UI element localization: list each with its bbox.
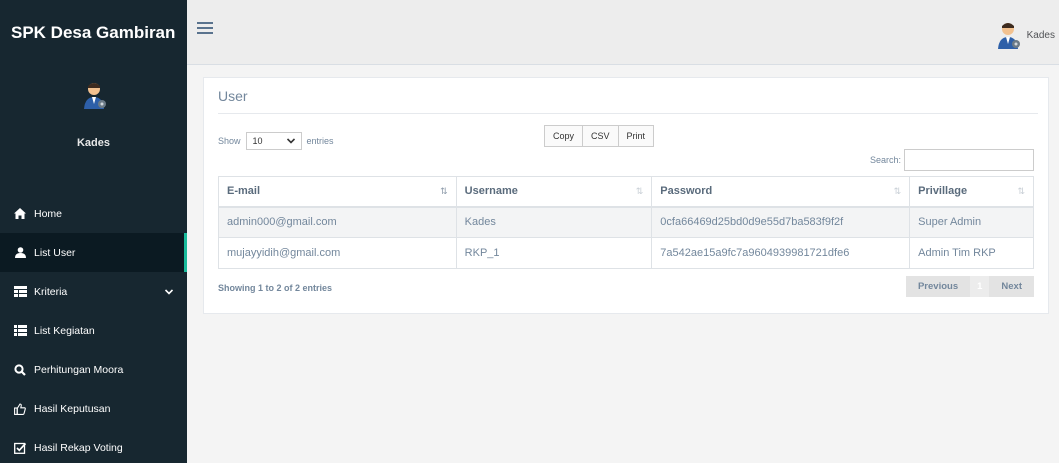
search-label: Search: <box>869 155 901 165</box>
next-button[interactable]: Next <box>989 276 1034 297</box>
cell-password: 7a542ae15a9fc7a9604939981721dfe6 <box>651 237 911 269</box>
user-menu[interactable]: Kades <box>993 20 1055 50</box>
copy-button[interactable]: Copy <box>544 125 584 147</box>
cell-privillage: Admin Tim RKP <box>909 237 1034 269</box>
table-search: Search: <box>870 149 1034 171</box>
sort-icon: ⇅ <box>1017 186 1025 196</box>
cell-email: admin000@gmail.com <box>218 206 457 238</box>
sidebar-nav: Home List User Kriteria List Kegiatan Pe… <box>0 194 187 463</box>
cell-password: 0cfa66469d25bd0d9e55d7ba583f9f2f <box>651 206 911 238</box>
column-header-privillage[interactable]: Privillage ⇅ <box>909 176 1034 208</box>
table-row: mujayyidih@gmail.com RKP_1 7a542ae15a9fc… <box>218 237 1034 269</box>
user-menu-name: Kades <box>1026 29 1055 41</box>
sidebar-item-label: Hasil Keputusan <box>34 402 111 415</box>
entries-select[interactable]: 10 <box>245 132 302 150</box>
table-row: admin000@gmail.com Kades 0cfa66469d25bd0… <box>218 206 1034 238</box>
user-icon <box>12 247 28 258</box>
csv-button[interactable]: CSV <box>582 125 619 147</box>
chevron-down-icon <box>286 137 295 146</box>
panel-title: User <box>218 88 248 104</box>
sidebar-item-label: Hasil Rekap Voting <box>34 441 123 454</box>
sidebar: SPK Desa Gambiran Kades Home List User K… <box>0 0 187 463</box>
entries-length-control: Show 10 entries <box>218 132 334 150</box>
sidebar-item-list-kegiatan[interactable]: List Kegiatan <box>0 311 187 350</box>
column-header-username[interactable]: Username ⇅ <box>455 176 653 208</box>
page-1-button[interactable]: 1 <box>970 276 990 297</box>
export-buttons: Copy CSV Print <box>544 125 655 147</box>
user-panel: User Show 10 entries Copy CSV Print Sear… <box>203 77 1049 314</box>
sidebar-item-label: Perhitungan Moora <box>34 363 124 376</box>
table-info: Showing 1 to 2 of 2 entries <box>218 283 333 293</box>
sidebar-item-hasil-rekap-voting[interactable]: Hasil Rekap Voting <box>0 428 187 463</box>
length-suffix: entries <box>306 136 334 146</box>
table-icon <box>12 286 28 297</box>
column-header-password[interactable]: Password ⇅ <box>651 176 911 208</box>
column-header-email[interactable]: E-mail ⇅ <box>218 176 457 208</box>
sidebar-item-label: Home <box>34 207 63 220</box>
sidebar-item-home[interactable]: Home <box>0 194 187 233</box>
sidebar-item-label: Kriteria <box>34 285 68 298</box>
panel-divider <box>218 113 1038 114</box>
sidebar-item-hasil-keputusan[interactable]: Hasil Keputusan <box>0 389 187 428</box>
pagination: Previous 1 Next <box>905 276 1034 297</box>
check-square-icon <box>12 442 28 454</box>
search-icon <box>12 363 28 376</box>
top-bar: Kades <box>187 0 1059 65</box>
cell-username: Kades <box>455 206 653 238</box>
previous-button[interactable]: Previous <box>905 276 971 297</box>
avatar-icon <box>997 23 1020 49</box>
cell-email: mujayyidih@gmail.com <box>218 237 457 269</box>
chevron-down-icon <box>164 286 174 298</box>
sort-asc-icon: ⇅ <box>440 186 448 196</box>
entries-select-value: 10 <box>252 136 263 146</box>
sidebar-item-label: List Kegiatan <box>34 324 95 337</box>
sidebar-item-perhitungan-moora[interactable]: Perhitungan Moora <box>0 350 187 389</box>
sidebar-item-kriteria[interactable]: Kriteria <box>0 272 187 311</box>
cell-privillage: Super Admin <box>909 206 1034 238</box>
home-icon <box>12 208 28 219</box>
sidebar-item-label: List User <box>34 246 76 259</box>
thumbs-up-icon <box>12 402 28 415</box>
search-input[interactable] <box>904 149 1034 171</box>
user-table: E-mail ⇅ Username ⇅ Password ⇅ Privillage ⇅ … <box>218 176 1034 269</box>
sort-icon: ⇅ <box>635 186 644 196</box>
table-header-row: E-mail ⇅ Username ⇅ Password ⇅ Privillage ⇅ <box>218 176 1034 208</box>
menu-toggle-icon[interactable] <box>197 22 213 37</box>
sidebar-profile: Kades <box>0 66 187 184</box>
profile-name: Kades <box>76 137 111 149</box>
sidebar-item-list-user[interactable]: List User <box>0 233 187 272</box>
sort-icon: ⇅ <box>893 186 902 196</box>
list-icon <box>12 325 28 336</box>
app-brand[interactable]: SPK Desa Gambiran <box>0 0 187 66</box>
avatar-icon <box>83 83 106 109</box>
print-button[interactable]: Print <box>617 125 655 147</box>
cell-username: RKP_1 <box>455 237 653 269</box>
length-prefix: Show <box>218 136 241 146</box>
